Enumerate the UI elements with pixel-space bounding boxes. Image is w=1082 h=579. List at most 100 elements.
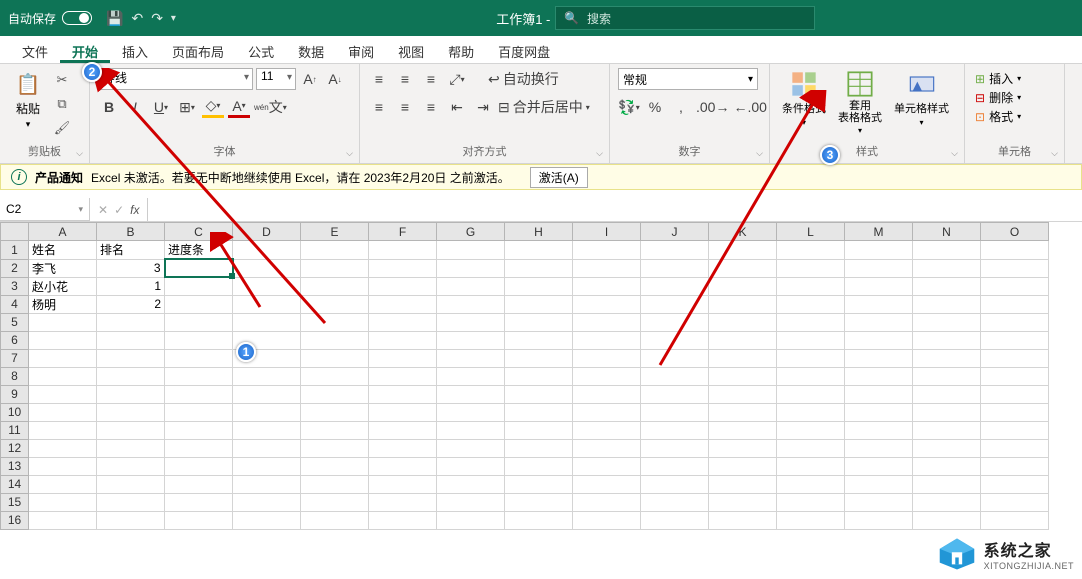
cell-I14[interactable]: [573, 475, 641, 493]
cell-D10[interactable]: [233, 403, 301, 421]
cell-K11[interactable]: [709, 421, 777, 439]
cell-F4[interactable]: [369, 295, 437, 313]
cell-M11[interactable]: [845, 421, 913, 439]
cell-E3[interactable]: [301, 277, 369, 295]
cell-A13[interactable]: [29, 457, 97, 475]
cell-L10[interactable]: [777, 403, 845, 421]
cell-H13[interactable]: [505, 457, 573, 475]
cell-J13[interactable]: [641, 457, 709, 475]
cell-A2[interactable]: 李飞: [29, 259, 97, 277]
cell-I3[interactable]: [573, 277, 641, 295]
cell-K10[interactable]: [709, 403, 777, 421]
col-header-C[interactable]: C: [165, 223, 233, 241]
underline-button[interactable]: U▾: [150, 96, 172, 118]
font-name-select[interactable]: 等线: [98, 68, 253, 90]
cell-J12[interactable]: [641, 439, 709, 457]
grid-table[interactable]: ABCDEFGHIJKLMNO1姓名排名进度条2李飞33赵小花14杨明25678…: [0, 222, 1049, 530]
cell-G7[interactable]: [437, 349, 505, 367]
cell-N3[interactable]: [913, 277, 981, 295]
cell-F10[interactable]: [369, 403, 437, 421]
cell-G13[interactable]: [437, 457, 505, 475]
cell-G14[interactable]: [437, 475, 505, 493]
cell-H11[interactable]: [505, 421, 573, 439]
cell-L7[interactable]: [777, 349, 845, 367]
decrease-font-icon[interactable]: A↓: [324, 68, 346, 90]
cell-F3[interactable]: [369, 277, 437, 295]
cell-O15[interactable]: [981, 493, 1049, 511]
row-header-7[interactable]: 7: [1, 349, 29, 367]
merge-center-button[interactable]: ⊟合并后居中▾: [498, 96, 590, 118]
cell-G4[interactable]: [437, 295, 505, 313]
percent-icon[interactable]: %: [644, 96, 666, 118]
cell-J1[interactable]: [641, 241, 709, 260]
cell-F2[interactable]: [369, 259, 437, 277]
cell-K12[interactable]: [709, 439, 777, 457]
cell-B4[interactable]: 2: [97, 295, 165, 313]
cell-B10[interactable]: [97, 403, 165, 421]
col-header-J[interactable]: J: [641, 223, 709, 241]
row-header-14[interactable]: 14: [1, 475, 29, 493]
cell-D3[interactable]: [233, 277, 301, 295]
cell-O5[interactable]: [981, 313, 1049, 331]
col-header-L[interactable]: L: [777, 223, 845, 241]
cell-L4[interactable]: [777, 295, 845, 313]
cell-B9[interactable]: [97, 385, 165, 403]
cell-I8[interactable]: [573, 367, 641, 385]
cell-M4[interactable]: [845, 295, 913, 313]
cell-M13[interactable]: [845, 457, 913, 475]
cell-D5[interactable]: [233, 313, 301, 331]
cell-M3[interactable]: [845, 277, 913, 295]
cell-H7[interactable]: [505, 349, 573, 367]
cell-F5[interactable]: [369, 313, 437, 331]
save-icon[interactable]: 💾: [106, 10, 123, 27]
cell-M16[interactable]: [845, 511, 913, 529]
cell-N15[interactable]: [913, 493, 981, 511]
cell-A6[interactable]: [29, 331, 97, 349]
cell-C3[interactable]: [165, 277, 233, 295]
cell-E7[interactable]: [301, 349, 369, 367]
cell-H2[interactable]: [505, 259, 573, 277]
cell-B16[interactable]: [97, 511, 165, 529]
cell-A5[interactable]: [29, 313, 97, 331]
toggle-icon[interactable]: [62, 11, 92, 25]
tab-page-layout[interactable]: 页面布局: [160, 36, 236, 63]
col-header-E[interactable]: E: [301, 223, 369, 241]
cell-D8[interactable]: [233, 367, 301, 385]
fill-color-button[interactable]: ◇▾: [202, 96, 224, 118]
align-middle-icon[interactable]: ≡: [394, 68, 416, 90]
cell-L1[interactable]: [777, 241, 845, 260]
cell-C11[interactable]: [165, 421, 233, 439]
cell-H1[interactable]: [505, 241, 573, 260]
phonetic-button[interactable]: wén文▾: [254, 96, 287, 118]
cell-E2[interactable]: [301, 259, 369, 277]
cell-O3[interactable]: [981, 277, 1049, 295]
cell-C5[interactable]: [165, 313, 233, 331]
cell-C6[interactable]: [165, 331, 233, 349]
cell-N9[interactable]: [913, 385, 981, 403]
cell-B3[interactable]: 1: [97, 277, 165, 295]
cell-J6[interactable]: [641, 331, 709, 349]
cell-L5[interactable]: [777, 313, 845, 331]
cell-M14[interactable]: [845, 475, 913, 493]
decrease-indent-icon[interactable]: ⇤: [446, 96, 468, 118]
cell-D9[interactable]: [233, 385, 301, 403]
cell-G3[interactable]: [437, 277, 505, 295]
cell-N8[interactable]: [913, 367, 981, 385]
cell-N4[interactable]: [913, 295, 981, 313]
font-size-select[interactable]: 11: [256, 68, 296, 90]
cell-F13[interactable]: [369, 457, 437, 475]
cell-O10[interactable]: [981, 403, 1049, 421]
row-header-9[interactable]: 9: [1, 385, 29, 403]
cell-C10[interactable]: [165, 403, 233, 421]
tab-formulas[interactable]: 公式: [236, 36, 286, 63]
align-center-icon[interactable]: ≡: [394, 96, 416, 118]
cell-C4[interactable]: [165, 295, 233, 313]
cell-E14[interactable]: [301, 475, 369, 493]
cell-D13[interactable]: [233, 457, 301, 475]
wrap-text-button[interactable]: ↩自动换行: [488, 68, 559, 90]
cell-G5[interactable]: [437, 313, 505, 331]
cell-B14[interactable]: [97, 475, 165, 493]
cell-L8[interactable]: [777, 367, 845, 385]
undo-icon[interactable]: ↶: [131, 10, 143, 27]
cell-C7[interactable]: [165, 349, 233, 367]
